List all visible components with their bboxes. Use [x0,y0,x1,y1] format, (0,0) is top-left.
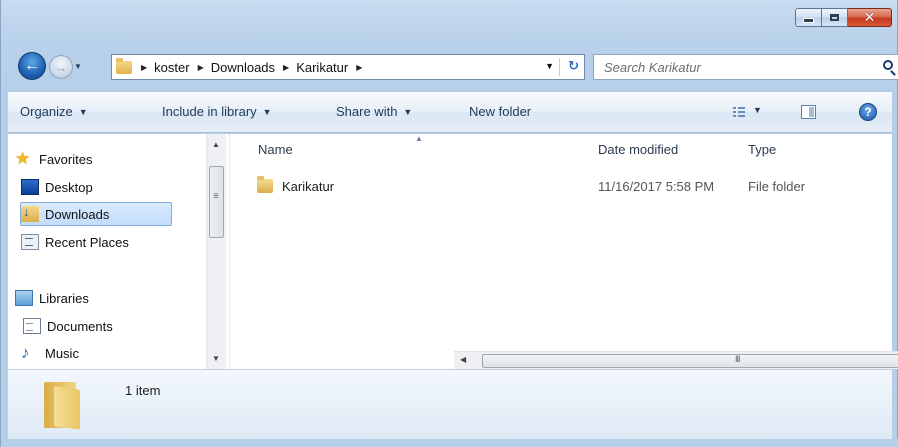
content-area: ★ Favorites Desktop Downloads Recent Pla… [8,134,898,369]
organize-button[interactable]: Organize ▼ [20,104,88,119]
sidebar-item-label: Favorites [39,151,93,167]
sidebar-item-music[interactable]: ♪ Music [21,341,217,365]
sidebar-item-desktop[interactable]: Desktop [21,175,217,199]
caption-buttons: ✕ [795,8,892,28]
address-dropdown-icon[interactable]: ▼ [545,61,554,71]
address-bar[interactable]: ▶ koster ▶ Downloads ▶ Karikatur ▶ ▼ ↻ [111,54,585,80]
chevron-down-icon[interactable]: ▼ [753,105,762,115]
change-view-icon[interactable] [733,107,745,117]
folder-icon [116,57,132,74]
window-frame: ✕ ← → ▼ ▶ koster ▶ Downloads ▶ Karikatur [0,0,898,447]
organize-label: Organize [20,104,73,119]
maximize-button[interactable] [822,8,848,27]
forward-button[interactable]: → [49,55,73,79]
chevron-down-icon: ▼ [403,106,413,117]
chevron-down-icon: ▼ [262,106,272,117]
preview-pane-icon[interactable] [801,105,816,119]
include-in-library-button[interactable]: Include in library ▼ [162,104,272,119]
sidebar-item-label: Recent Places [45,234,129,250]
sort-ascending-icon: ▲ [415,134,423,143]
command-bar: Organize ▼ Include in library ▼ Share wi… [8,91,892,133]
new-folder-button[interactable]: New folder [469,104,531,119]
file-date-modified: 11/16/2017 5:58 PM [598,179,715,194]
sidebar-item-recent-places[interactable]: Recent Places [21,230,217,254]
file-list: Name ▲ Date modified Type Karikatur 11/1… [231,134,898,369]
sidebar-item-libraries[interactable]: Libraries [15,286,211,310]
folder-icon [44,382,82,430]
sidebar-item-favorites[interactable]: ★ Favorites [15,147,211,171]
scroll-down-icon[interactable]: ▼ [212,354,220,363]
navigation-pane: ★ Favorites Desktop Downloads Recent Pla… [8,134,230,369]
desktop-icon [21,179,39,195]
breadcrumb-downloads[interactable]: Downloads [211,60,275,75]
recent-places-icon [21,234,39,250]
search-box[interactable] [593,54,898,80]
breadcrumb-arrow-icon[interactable]: ▶ [283,63,289,72]
navigation-row: ← → ▼ ▶ koster ▶ Downloads ▶ Karikatur ▶… [18,52,898,82]
details-pane: 1 item [8,369,892,439]
scroll-up-icon[interactable]: ▲ [212,140,220,149]
explorer-window: ✕ ← → ▼ ▶ koster ▶ Downloads ▶ Karikatur [0,0,898,447]
folder-icon [257,176,273,193]
downloads-icon [21,204,39,222]
sidebar-item-documents[interactable]: Documents [21,314,217,338]
chevron-down-icon: ▼ [74,62,82,71]
back-button[interactable]: ← [18,52,46,80]
chevron-down-icon: ▼ [78,106,88,117]
sidebar-item-label: Libraries [39,290,89,306]
documents-icon [23,318,41,334]
column-header-type[interactable]: Type [748,142,776,157]
back-arrow-icon: ← [24,57,40,74]
breadcrumb-karikatur[interactable]: Karikatur [296,60,348,75]
sidebar-item-downloads[interactable]: Downloads [20,202,172,226]
new-folder-label: New folder [469,104,532,119]
close-button[interactable]: ✕ [848,8,892,27]
minimize-icon [803,18,814,23]
navigation-scrollbar[interactable]: ▲ ▼ [206,134,226,369]
horizontal-scrollbar[interactable]: ◀ ▶ [454,351,898,369]
sidebar-item-label: Downloads [45,206,110,222]
share-with-button[interactable]: Share with ▼ [336,104,412,119]
maximize-icon [830,14,839,21]
breadcrumb-arrow-icon[interactable]: ▶ [356,63,362,72]
address-separator [559,58,560,76]
libraries-icon [15,290,33,306]
item-count: 1 item [125,383,161,398]
music-icon: ♪ [21,343,30,362]
file-name: Karikatur [282,179,335,194]
column-header-name[interactable]: Name [258,142,293,157]
breadcrumb-koster[interactable]: koster [154,60,189,75]
search-icon[interactable] [883,60,893,70]
recent-pages-button[interactable]: ▼ [74,62,84,72]
include-in-library-label: Include in library [162,104,257,119]
file-type: File folder [748,179,806,194]
minimize-button[interactable] [795,8,822,27]
title-bar[interactable]: ✕ [1,0,898,46]
star-icon: ★ [15,149,31,168]
column-header-date-modified[interactable]: Date modified [598,142,678,157]
close-icon: ✕ [863,9,876,26]
search-input[interactable] [594,59,864,75]
scroll-left-icon[interactable]: ◀ [460,355,466,364]
help-icon[interactable]: ? [859,103,877,121]
sidebar-item-label: Desktop [45,179,93,195]
refresh-icon[interactable]: ↻ [568,58,579,74]
sidebar-item-label: Documents [47,318,113,334]
scrollbar-thumb[interactable] [482,354,898,368]
sidebar-item-label: Music [45,345,79,361]
breadcrumb-arrow-icon[interactable]: ▶ [198,63,204,72]
table-row[interactable]: Karikatur 11/16/2017 5:58 PM File folder [231,176,892,198]
window-bottom-edge [1,439,898,447]
forward-arrow-icon: → [54,59,68,75]
share-with-label: Share with [336,104,398,119]
scrollbar-thumb[interactable] [209,166,224,238]
breadcrumb-arrow-icon[interactable]: ▶ [141,63,147,72]
